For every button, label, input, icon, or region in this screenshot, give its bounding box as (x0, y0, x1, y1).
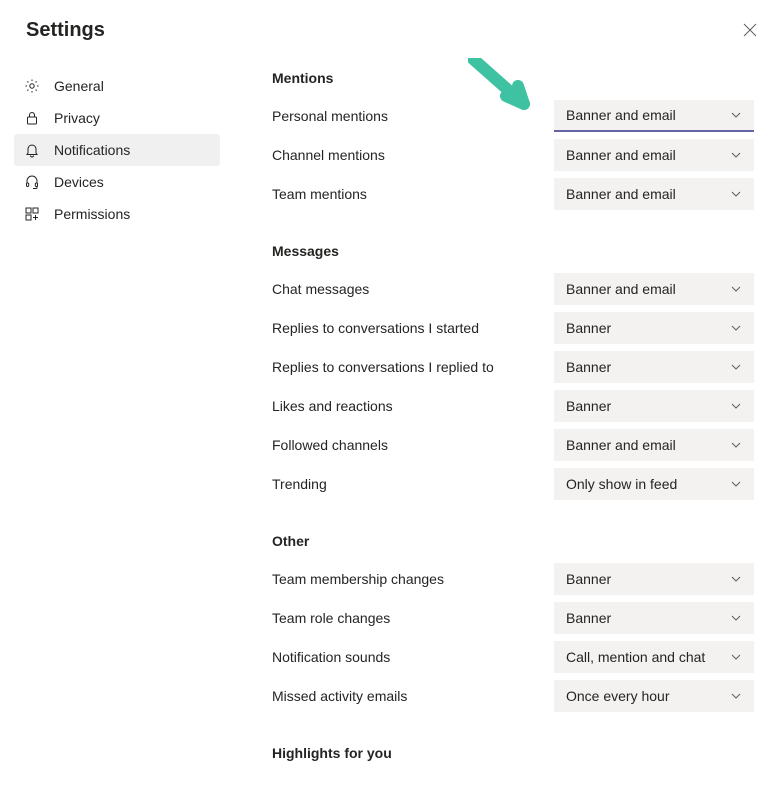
section-heading: Messages (272, 243, 754, 259)
chevron-down-icon (730, 322, 742, 334)
bell-icon (24, 142, 40, 158)
chevron-down-icon (730, 690, 742, 702)
select-notification-sounds[interactable]: Call, mention and chat (554, 641, 754, 673)
row-label: Missed activity emails (272, 688, 407, 704)
sidebar-item-label: Devices (54, 174, 104, 190)
chevron-down-icon (730, 573, 742, 585)
sidebar-item-general[interactable]: General (14, 70, 220, 102)
select-team-membership[interactable]: Banner (554, 563, 754, 595)
chevron-down-icon (730, 283, 742, 295)
settings-main: Mentions Personal mentions Banner and em… (220, 70, 784, 791)
section-mentions: Mentions Personal mentions Banner and em… (272, 70, 754, 213)
chevron-down-icon (730, 109, 742, 121)
settings-header: Settings (0, 0, 784, 50)
row-label: Team membership changes (272, 571, 444, 587)
section-heading: Other (272, 533, 754, 549)
select-likes-reactions[interactable]: Banner (554, 390, 754, 422)
section-messages: Messages Chat messages Banner and email … (272, 243, 754, 503)
row-label: Team role changes (272, 610, 390, 626)
row-notification-sounds: Notification sounds Call, mention and ch… (272, 637, 754, 676)
select-missed-activity[interactable]: Once every hour (554, 680, 754, 712)
row-label: Chat messages (272, 281, 369, 297)
row-chat-messages: Chat messages Banner and email (272, 269, 754, 308)
row-label: Replies to conversations I replied to (272, 359, 494, 375)
row-replies-replied: Replies to conversations I replied to Ba… (272, 347, 754, 386)
row-missed-activity: Missed activity emails Once every hour (272, 676, 754, 715)
row-likes-reactions: Likes and reactions Banner (272, 386, 754, 425)
sidebar-item-label: General (54, 78, 104, 94)
row-replies-started: Replies to conversations I started Banne… (272, 308, 754, 347)
select-trending[interactable]: Only show in feed (554, 468, 754, 500)
select-value: Banner and email (566, 186, 676, 202)
select-value: Once every hour (566, 688, 670, 704)
row-team-role: Team role changes Banner (272, 598, 754, 637)
chevron-down-icon (730, 361, 742, 373)
select-replies-started[interactable]: Banner (554, 312, 754, 344)
select-value: Banner (566, 359, 611, 375)
select-personal-mentions[interactable]: Banner and email (554, 100, 754, 132)
row-label: Personal mentions (272, 108, 388, 124)
sidebar-item-notifications[interactable]: Notifications (14, 134, 220, 166)
chevron-down-icon (730, 439, 742, 451)
close-button[interactable] (738, 18, 762, 42)
row-label: Trending (272, 476, 327, 492)
sidebar-item-label: Permissions (54, 206, 130, 222)
sidebar-item-permissions[interactable]: Permissions (14, 198, 220, 230)
gear-icon (24, 78, 40, 94)
section-highlights: Highlights for you (272, 745, 754, 761)
select-team-mentions[interactable]: Banner and email (554, 178, 754, 210)
row-personal-mentions: Personal mentions Banner and email (272, 96, 754, 135)
select-value: Banner and email (566, 147, 676, 163)
row-label: Team mentions (272, 186, 367, 202)
headset-icon (24, 174, 40, 190)
settings-sidebar: General Privacy Notifications Devices Pe (14, 70, 220, 791)
select-value: Banner and email (566, 281, 676, 297)
select-value: Banner (566, 610, 611, 626)
row-label: Followed channels (272, 437, 388, 453)
row-label: Notification sounds (272, 649, 390, 665)
sidebar-item-devices[interactable]: Devices (14, 166, 220, 198)
row-label: Replies to conversations I started (272, 320, 479, 336)
row-label: Channel mentions (272, 147, 385, 163)
select-value: Only show in feed (566, 476, 677, 492)
chevron-down-icon (730, 612, 742, 624)
chevron-down-icon (730, 400, 742, 412)
row-label: Likes and reactions (272, 398, 393, 414)
select-value: Banner and email (566, 107, 676, 123)
select-followed-channels[interactable]: Banner and email (554, 429, 754, 461)
row-channel-mentions: Channel mentions Banner and email (272, 135, 754, 174)
lock-icon (24, 110, 40, 126)
app-icon (24, 206, 40, 222)
row-trending: Trending Only show in feed (272, 464, 754, 503)
select-value: Banner (566, 571, 611, 587)
row-team-mentions: Team mentions Banner and email (272, 174, 754, 213)
select-value: Call, mention and chat (566, 649, 705, 665)
select-value: Banner (566, 320, 611, 336)
close-icon (743, 23, 757, 37)
chevron-down-icon (730, 651, 742, 663)
select-value: Banner (566, 398, 611, 414)
sidebar-item-label: Privacy (54, 110, 100, 126)
select-chat-messages[interactable]: Banner and email (554, 273, 754, 305)
section-other: Other Team membership changes Banner Tea… (272, 533, 754, 715)
sidebar-item-label: Notifications (54, 142, 130, 158)
chevron-down-icon (730, 188, 742, 200)
chevron-down-icon (730, 478, 742, 490)
select-channel-mentions[interactable]: Banner and email (554, 139, 754, 171)
select-team-role[interactable]: Banner (554, 602, 754, 634)
row-team-membership: Team membership changes Banner (272, 559, 754, 598)
page-title: Settings (26, 19, 105, 42)
row-followed-channels: Followed channels Banner and email (272, 425, 754, 464)
chevron-down-icon (730, 149, 742, 161)
select-replies-replied[interactable]: Banner (554, 351, 754, 383)
select-value: Banner and email (566, 437, 676, 453)
section-heading: Highlights for you (272, 745, 754, 761)
section-heading: Mentions (272, 70, 754, 86)
sidebar-item-privacy[interactable]: Privacy (14, 102, 220, 134)
